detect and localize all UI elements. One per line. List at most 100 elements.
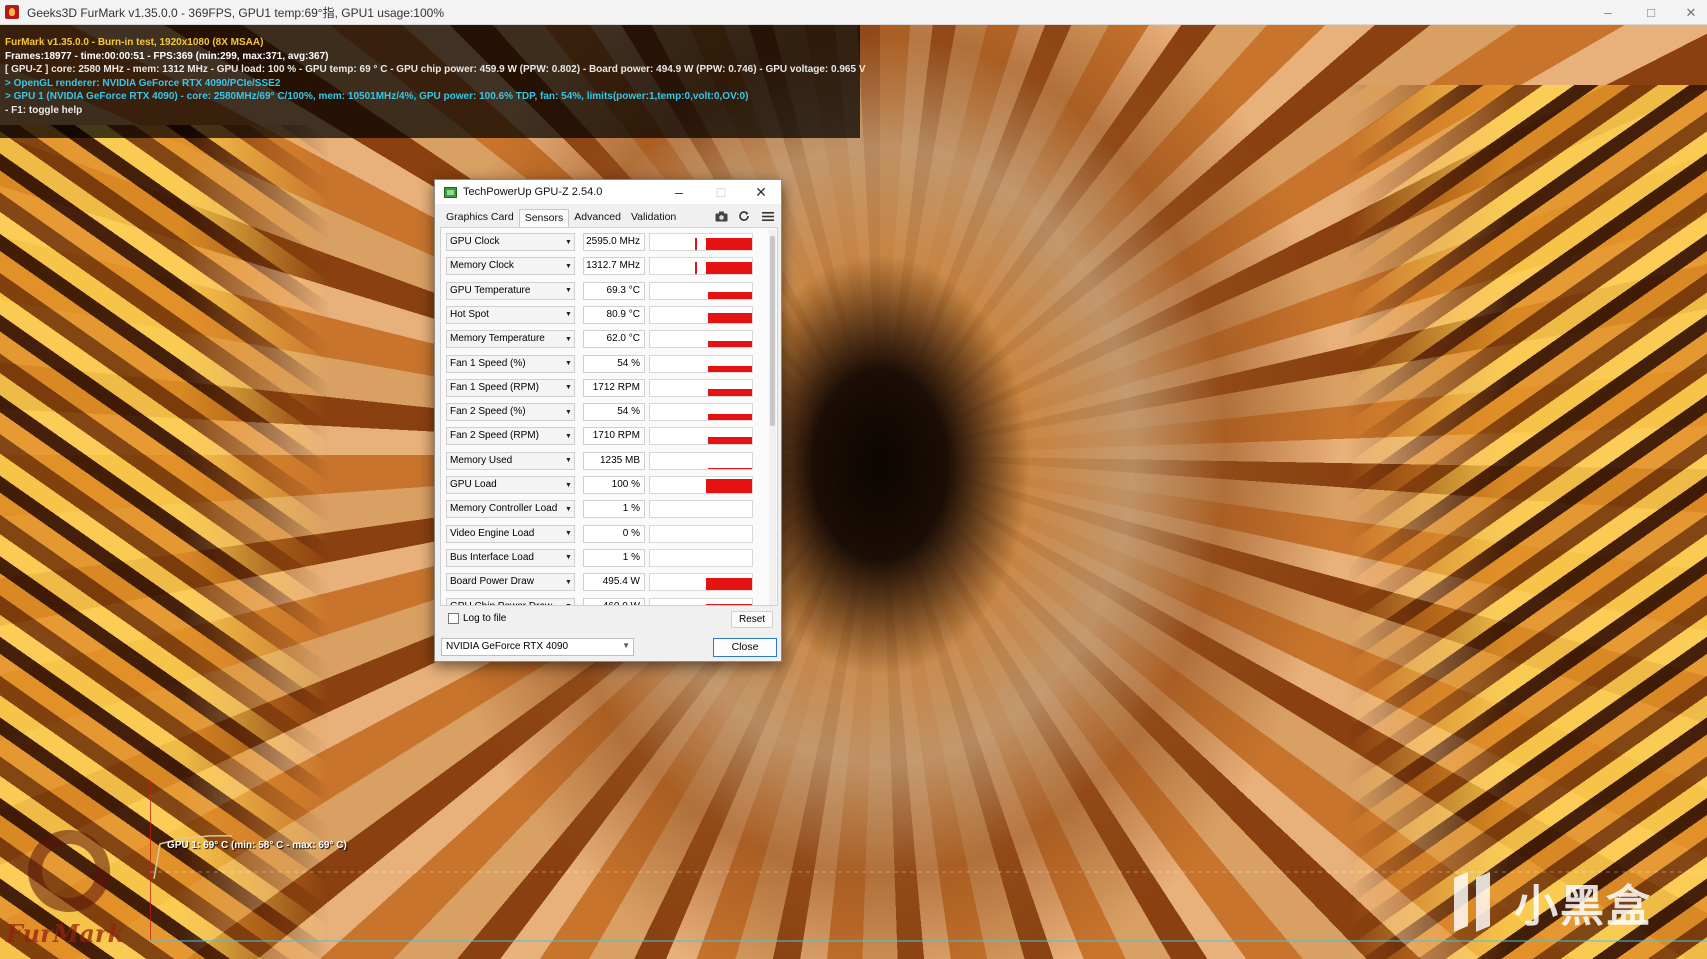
reset-button[interactable]: Reset [731, 611, 773, 628]
sensor-value: 1712 RPM [583, 378, 645, 397]
chevron-down-icon[interactable]: ▼ [562, 549, 575, 567]
sensor-graph-bar [708, 291, 752, 299]
sensor-name-select[interactable]: GPU Clock [446, 233, 575, 251]
sensor-value: 54 % [583, 403, 645, 422]
chevron-down-icon: ▼ [622, 641, 630, 650]
chevron-down-icon[interactable]: ▼ [562, 427, 575, 445]
tab-validation[interactable]: Validation [626, 209, 681, 227]
sensor-value: 1312.7 MHz [583, 257, 645, 276]
sensor-graph-bar [706, 479, 752, 493]
chevron-down-icon[interactable]: ▼ [562, 598, 575, 605]
sensor-graph-bar [708, 388, 752, 396]
sensor-name-select[interactable]: GPU Load [446, 476, 575, 494]
sensor-value: 69.3 °C [583, 281, 645, 300]
sensor-value: 1 % [583, 548, 645, 567]
sensor-name-select[interactable]: GPU Temperature [446, 281, 575, 300]
chevron-down-icon[interactable]: ▼ [562, 257, 575, 275]
gpuz-close-button[interactable]: ✕ [743, 180, 779, 204]
sensor-graph [649, 257, 753, 276]
sensor-value: 460.0 W [583, 597, 645, 605]
sensor-row: Board Power Draw ▼ 495.4 W [446, 572, 766, 592]
sensor-row: GPU Chip Power Draw▼ 460.0 W [446, 597, 766, 605]
camera-icon[interactable] [713, 208, 729, 224]
sensor-name-select[interactable]: Memory Controller Load [446, 500, 575, 519]
sensor-name-select[interactable]: Memory Clock [446, 257, 575, 276]
sensor-graph [649, 378, 753, 397]
osd-gpuz-line: [ GPU-Z ] core: 2580 MHz - mem: 1312 MHz… [5, 64, 866, 75]
sensor-graph [649, 597, 753, 605]
menu-icon[interactable] [760, 208, 776, 224]
sensor-graph [649, 354, 753, 373]
sensor-value: 62.0 °C [583, 330, 645, 349]
sensor-name-select[interactable]: Bus Interface Load [446, 548, 575, 567]
sensor-graph-spike [695, 262, 697, 275]
close-window-button[interactable]: ✕ [1668, 0, 1707, 25]
sensor-graph-bar [708, 365, 752, 372]
chevron-down-icon[interactable]: ▼ [562, 452, 575, 470]
chevron-down-icon[interactable]: ▼ [562, 379, 575, 397]
sensors-scrollbar[interactable] [769, 230, 776, 605]
sensor-graph-bar [706, 238, 752, 250]
sensor-graph-bar [706, 262, 752, 275]
chevron-down-icon[interactable]: ▼ [562, 525, 575, 543]
sensors-panel: GPU Clock ▼ 2595.0 MHz Memory Clock ▼ 1312.7 … [440, 227, 778, 606]
chevron-down-icon[interactable]: ▼ [562, 355, 575, 373]
gpuz-app-icon [444, 186, 457, 198]
tab-advanced[interactable]: Advanced [569, 209, 626, 227]
sensor-graph-bar [706, 578, 752, 591]
chevron-down-icon[interactable]: ▼ [562, 403, 575, 421]
tab-graphics-card[interactable]: Graphics Card [441, 209, 519, 227]
sensor-row: Video Engine Load ▼ 0 % [446, 524, 766, 544]
sensor-value: 495.4 W [583, 573, 645, 592]
sensor-graph [649, 548, 753, 567]
sensor-name-select[interactable]: Board Power Draw [446, 573, 575, 592]
log-to-file-row[interactable]: Log to file [448, 613, 506, 624]
sensor-row: Memory Temperature ▼ 62.0 °C [446, 329, 766, 349]
furmark-logo: FurMark [6, 820, 136, 950]
sensor-graph [649, 500, 753, 519]
sensor-name-select[interactable]: Memory Temperature [446, 330, 575, 349]
sensor-name-select[interactable]: Video Engine Load [446, 524, 575, 543]
chevron-down-icon[interactable]: ▼ [562, 500, 575, 518]
gpuz-titlebar[interactable]: TechPowerUp GPU-Z 2.54.0 – □ ✕ [435, 180, 781, 204]
sensors-scrollbar-thumb[interactable] [770, 236, 775, 426]
chevron-down-icon[interactable]: ▼ [562, 282, 575, 300]
sensor-graph-spike [695, 238, 697, 250]
sensor-row: Hot Spot ▼ 80.9 °C [446, 305, 766, 325]
sensor-row: Fan 2 Speed (%) ▼ 54 % [446, 402, 766, 422]
sensor-graph [649, 427, 753, 446]
tab-sensors[interactable]: Sensors [518, 209, 570, 227]
sensor-row: GPU Clock ▼ 2595.0 MHz [446, 232, 766, 252]
sensor-name-select[interactable]: Hot Spot [446, 305, 575, 324]
close-button[interactable]: Close [713, 638, 777, 657]
main-titlebar: Geeks3D FurMark v1.35.0.0 - 369FPS, GPU1… [0, 0, 1707, 25]
sensor-row: Memory Used ▼ 1235 MB [446, 451, 766, 471]
sensor-value: 0 % [583, 524, 645, 543]
sensor-graph [649, 476, 753, 494]
chevron-down-icon[interactable]: ▼ [562, 233, 575, 251]
chevron-down-icon[interactable]: ▼ [562, 573, 575, 591]
sensor-graph [649, 573, 753, 592]
sensor-name-select[interactable]: Fan 1 Speed (%) [446, 354, 575, 373]
sensor-row: Fan 1 Speed (%) ▼ 54 % [446, 354, 766, 374]
osd-stats-line: Frames:18977 - time:00:00:51 - FPS:369 (… [5, 50, 329, 62]
osd-info-panel: FurMark v1.35.0.0 - Burn-in test, 1920x1… [0, 25, 866, 138]
sensor-graph-bar [708, 437, 752, 445]
chevron-down-icon[interactable]: ▼ [562, 306, 575, 324]
gpuz-minimize-button[interactable]: – [661, 180, 697, 204]
sensor-graph-bar [708, 312, 752, 323]
sensor-name-select[interactable]: Fan 2 Speed (%) [446, 403, 575, 422]
minimize-button[interactable]: – [1585, 0, 1631, 25]
sensor-name-select[interactable]: GPU Chip Power Draw [446, 597, 575, 605]
chevron-down-icon[interactable]: ▼ [562, 330, 575, 348]
log-to-file-checkbox[interactable] [448, 613, 459, 624]
watermark-text: 小黑盒 [1514, 881, 1652, 932]
sensor-graph [649, 330, 753, 349]
sensor-graph [649, 524, 753, 543]
chevron-down-icon[interactable]: ▼ [562, 476, 575, 494]
card-select[interactable]: NVIDIA GeForce RTX 4090 ▼ [441, 638, 634, 656]
sensor-name-select[interactable]: Fan 2 Speed (RPM) [446, 427, 575, 446]
sensor-name-select[interactable]: Fan 1 Speed (RPM) [446, 378, 575, 397]
sensor-name-select[interactable]: Memory Used [446, 451, 575, 470]
refresh-icon[interactable] [736, 208, 752, 224]
